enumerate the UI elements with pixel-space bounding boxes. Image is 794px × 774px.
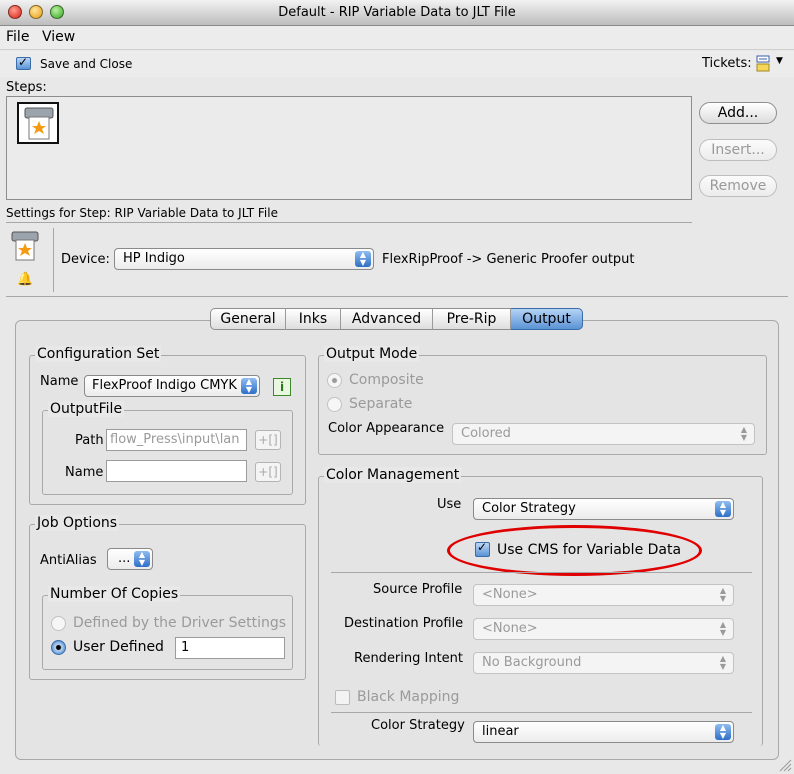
outputfile-name-input[interactable] [106,460,247,482]
output-mode-title: Output Mode [324,346,420,362]
add-step-button[interactable]: Add... [699,102,777,124]
use-cms-checkbox[interactable] [475,540,490,557]
select-arrows-icon: ▲ ▼ [134,551,150,567]
driver-settings-radio[interactable] [51,616,66,631]
copies-input[interactable]: 1 [175,637,285,659]
color-appearance-value: Colored [461,426,511,441]
user-defined-radio[interactable] [51,640,66,655]
driver-settings-label: Defined by the Driver Settings [73,615,287,631]
color-strategy-select[interactable]: linear ▲ ▼ [473,721,734,743]
copies-title: Number Of Copies [48,586,181,602]
color-appearance-select[interactable]: Colored ▲ ▼ [452,423,755,445]
info-icon[interactable]: i [273,378,291,396]
settings-divider [6,222,692,223]
antialias-select[interactable]: ... ▲ ▼ [107,548,153,570]
save-close-button[interactable]: Save and Close [40,57,132,71]
steps-label: Steps: [6,80,47,95]
composite-radio[interactable] [327,373,342,388]
use-select[interactable]: Color Strategy ▲ ▼ [473,498,734,520]
select-arrows-icon: ▲ ▼ [715,621,731,637]
select-arrows-icon: ▲ ▼ [241,378,257,394]
bell-icon: 🔔 [17,272,34,287]
select-arrows-icon: ▲ ▼ [355,251,371,267]
window-title: Default - RIP Variable Data to JLT File [278,5,516,20]
color-strategy-label: Color Strategy [371,718,465,733]
black-mapping-checkbox[interactable] [335,690,350,705]
outputfile-title: OutputFile [48,401,125,417]
color-management-divider [331,572,752,573]
strategy-divider [331,712,752,713]
tab-pre-rip[interactable]: Pre-Rip [433,308,511,330]
tab-advanced[interactable]: Advanced [341,308,433,330]
color-strategy-value: linear [482,724,519,739]
select-arrows-icon: ▲ ▼ [715,655,731,671]
destination-profile-value: <None> [482,621,538,636]
select-arrows-icon: ▲ ▼ [715,587,731,603]
device-divider [6,296,788,297]
config-name-label: Name [40,374,79,389]
save-close-icon[interactable] [16,55,31,70]
device-info: FlexRipProof -> Generic Proofer output [382,252,635,267]
antialias-value: ... [118,551,131,566]
tickets-icon[interactable] [756,55,772,73]
use-cms-label: Use CMS for Variable Data [497,542,682,558]
device-printer-icon [11,231,39,261]
select-arrows-icon: ▲ ▼ [715,724,731,740]
menu-view[interactable]: View [42,29,75,45]
device-label: Device: [61,252,110,267]
antialias-label: AntiAlias [40,553,97,568]
color-management-title: Color Management [324,467,462,483]
device-select[interactable]: HP Indigo ▲ ▼ [114,248,374,270]
configuration-set-title: Configuration Set [35,346,162,362]
destination-profile-label: Destination Profile [344,616,464,631]
source-profile-value: <None> [482,587,538,602]
separate-radio[interactable] [327,397,342,412]
separate-label: Separate [349,396,413,412]
steps-list[interactable] [6,96,692,200]
color-appearance-label: Color Appearance [328,421,445,436]
select-arrows-icon: ▲ ▼ [736,426,752,442]
path-input[interactable]: flow_Press\input\lan [106,429,247,451]
config-name-value: FlexProof Indigo CMYK [92,378,237,393]
device-separator [53,228,54,292]
user-defined-label: User Defined [73,639,164,655]
select-arrows-icon: ▲ ▼ [715,501,731,517]
tickets-dropdown-icon[interactable]: ▼ [776,56,783,66]
outputfile-group: OutputFile [42,401,293,495]
config-name-select[interactable]: FlexProof Indigo CMYK ▲ ▼ [84,375,260,397]
device-select-value: HP Indigo [123,251,185,266]
outputfile-name-label: Name [65,465,104,480]
composite-label: Composite [349,372,424,388]
black-mapping-label: Black Mapping [357,689,460,705]
rendering-intent-label: Rendering Intent [354,651,464,666]
rendering-intent-select[interactable]: No Background ▲ ▼ [473,652,734,674]
menu-file[interactable]: File [6,29,29,45]
path-label: Path [75,433,104,448]
remove-step-button[interactable]: Remove [699,175,777,197]
job-options-title: Job Options [35,515,120,531]
title-bar: Default - RIP Variable Data to JLT File [0,0,794,26]
settings-title: Settings for Step: RIP Variable Data to … [6,206,278,220]
insert-step-button[interactable]: Insert... [699,139,777,161]
tickets-label: Tickets: [702,56,752,71]
tab-inks[interactable]: Inks [286,308,341,330]
menu-bar: File View [0,26,794,50]
tab-general[interactable]: General [210,308,286,330]
path-insert-button[interactable]: +[] [255,430,281,450]
source-profile-select[interactable]: <None> ▲ ▼ [473,584,734,606]
use-value: Color Strategy [482,501,576,516]
tab-output[interactable]: Output [511,308,583,330]
step-rip-item[interactable] [17,102,59,144]
destination-profile-select[interactable]: <None> ▲ ▼ [473,618,734,640]
resize-grip-icon[interactable] [778,758,792,772]
source-profile-label: Source Profile [373,582,463,597]
name-insert-button[interactable]: +[] [255,462,281,482]
use-label: Use [437,497,462,512]
printer-icon [24,107,54,140]
rendering-intent-value: No Background [482,655,582,670]
toolbar: Save and Close Tickets: ▼ [0,51,794,77]
